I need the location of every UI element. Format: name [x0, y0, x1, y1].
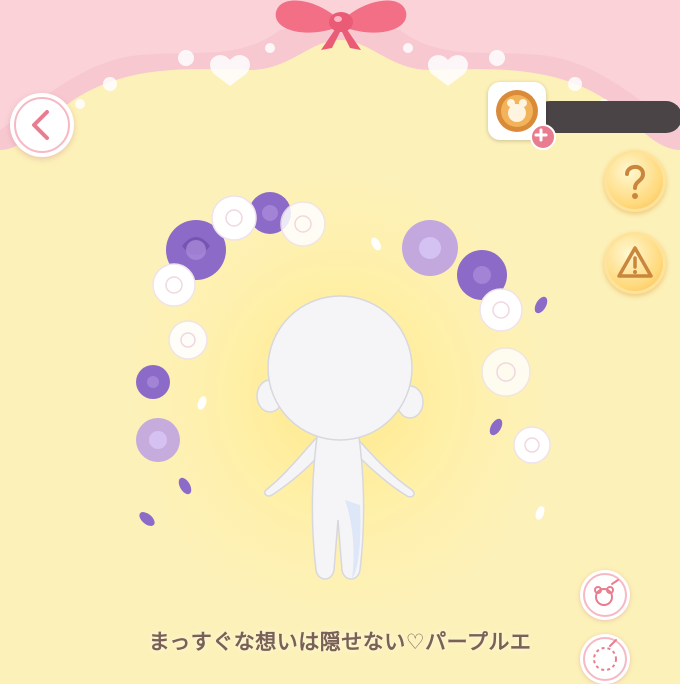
plus-icon: [534, 128, 548, 142]
chevron-left-icon: [14, 97, 70, 153]
add-currency-button[interactable]: [530, 124, 556, 150]
bear-pin-button[interactable]: [580, 570, 630, 620]
back-button[interactable]: [10, 93, 74, 157]
help-button[interactable]: [604, 150, 666, 212]
outfit-title: まっすぐな想いは隠せない♡パープルエ: [148, 630, 532, 654]
currency-bar: [534, 101, 680, 133]
bear-pin-icon: [583, 573, 627, 617]
warning-icon: [617, 246, 653, 278]
warning-button[interactable]: [604, 232, 666, 294]
currency-display: [488, 82, 680, 150]
question-mark-icon: [625, 164, 646, 199]
